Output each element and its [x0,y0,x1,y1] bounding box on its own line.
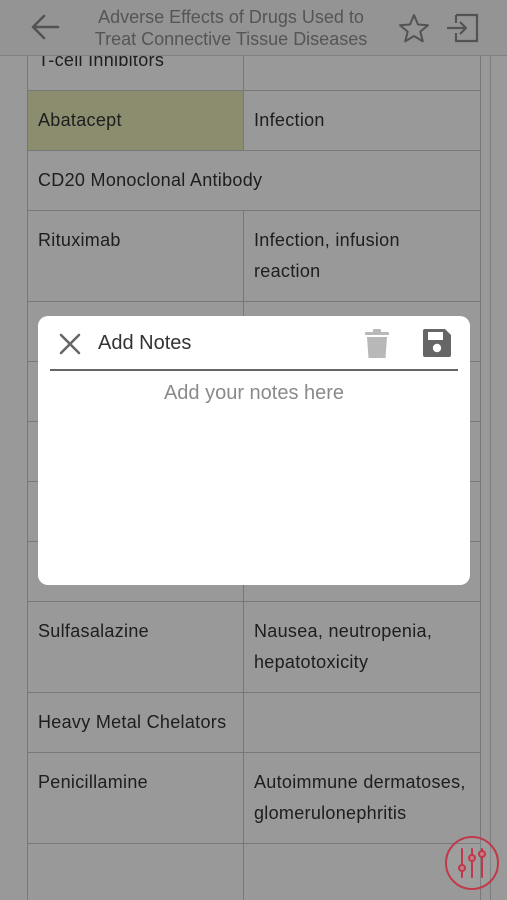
add-notes-dialog: Add Notes [38,316,470,585]
close-icon[interactable] [56,330,84,358]
dialog-divider [50,369,458,371]
filter-button[interactable] [445,836,499,890]
dialog-title: Add Notes [98,332,192,354]
sliders-icon [458,848,486,878]
notes-input[interactable] [50,376,458,578]
save-icon[interactable] [421,327,453,359]
trash-icon[interactable] [362,328,392,360]
